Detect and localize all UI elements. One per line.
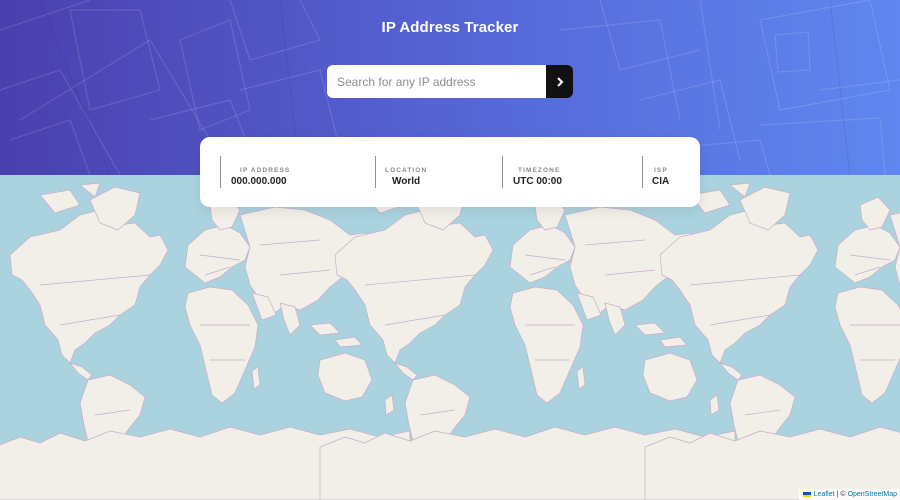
timezone-label: TIMEZONE	[518, 167, 561, 174]
attribution-separator: |	[836, 491, 839, 498]
openstreetmap-link[interactable]: OpenStreetMap	[848, 489, 897, 500]
section-divider	[375, 156, 376, 188]
page-title: IP Address Tracker	[381, 19, 519, 36]
chevron-right-icon	[556, 76, 563, 87]
search-input[interactable]	[327, 65, 546, 98]
attribution-copyright: ©	[840, 491, 846, 498]
isp-label: ISP	[654, 167, 668, 174]
isp-value: CIA	[652, 176, 670, 187]
ukraine-flag-icon	[802, 492, 811, 497]
section-divider	[220, 156, 221, 188]
world-map[interactable]: Leaflet | © OpenStreetMap	[0, 175, 900, 500]
map-tiles[interactable]	[0, 175, 900, 500]
leaflet-link[interactable]: Leaflet	[814, 489, 835, 500]
search-submit-button[interactable]	[546, 65, 573, 98]
ip-info-card: IP ADDRESS 000.000.000 LOCATION World TI…	[200, 137, 700, 207]
section-divider	[642, 156, 643, 188]
ip-address-label: IP ADDRESS	[240, 167, 291, 174]
section-divider	[502, 156, 503, 188]
ip-address-value: 000.000.000	[231, 176, 287, 187]
location-value: World	[392, 176, 421, 187]
map-attribution: Leaflet | © OpenStreetMap	[798, 489, 900, 500]
timezone-value: UTC 00:00	[513, 176, 562, 187]
search-bar	[327, 65, 573, 98]
location-label: LOCATION	[385, 167, 428, 174]
